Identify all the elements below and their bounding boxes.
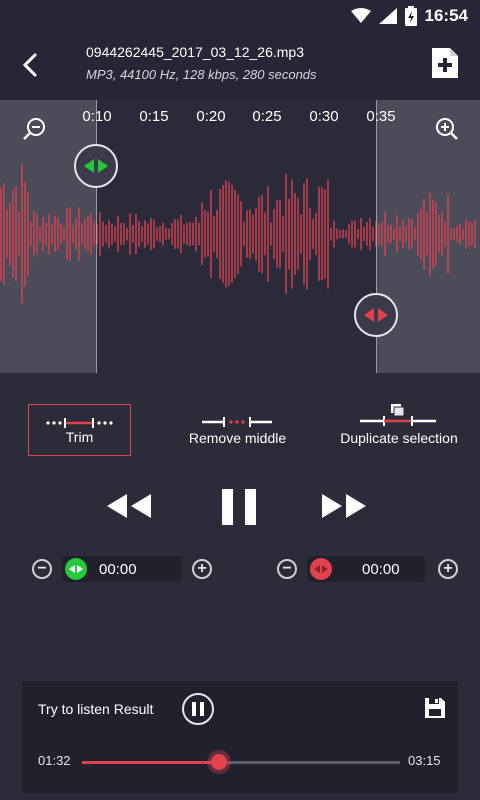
wifi-icon: [350, 8, 371, 23]
zoom-out-button[interactable]: [22, 116, 48, 142]
trim-icon: [46, 418, 113, 428]
trim-label: Trim: [65, 429, 94, 445]
pause-icon: [192, 702, 204, 716]
remove-middle-button[interactable]: Remove middle: [180, 404, 295, 456]
plus-icon: +: [443, 560, 453, 577]
fast-forward-icon: [322, 494, 366, 518]
end-marker-icon: [310, 558, 332, 580]
remove-middle-label: Remove middle: [188, 430, 287, 446]
timeline-label: 0:15: [139, 108, 169, 125]
rewind-button[interactable]: [105, 492, 153, 525]
save-button[interactable]: [424, 697, 446, 719]
edit-tools: Trim Remove middle Duplicate selection: [0, 400, 480, 460]
rewind-icon: [107, 494, 151, 518]
end-handle[interactable]: [354, 293, 398, 337]
end-plus-button[interactable]: +: [438, 559, 458, 579]
battery-icon: [404, 6, 417, 26]
minus-icon: −: [37, 560, 47, 577]
seek-progress: [82, 761, 219, 764]
seek-thumb[interactable]: [210, 754, 227, 770]
end-time-field[interactable]: 00:00: [307, 556, 425, 582]
result-preview-card: Try to listen Result 01:32 03:15: [22, 681, 458, 793]
start-minus-button[interactable]: −: [32, 559, 52, 579]
arrows-left-right-icon: [364, 308, 388, 322]
timeline-label: 0:10: [82, 108, 112, 125]
seek-bar[interactable]: [82, 754, 400, 770]
current-time: 01:32: [38, 753, 71, 768]
file-name: 0944262445_2017_03_12_26.mp3: [86, 44, 304, 60]
timeline-label: 0:30: [309, 108, 339, 125]
start-time-value: 00:00: [99, 560, 137, 578]
selection-start-line: [96, 100, 97, 373]
zoom-in-icon: [436, 118, 458, 140]
zoom-out-icon: [23, 118, 45, 140]
total-time: 03:15: [408, 753, 441, 768]
status-time: 16:54: [424, 6, 468, 25]
pause-button[interactable]: [220, 488, 258, 531]
result-pause-button[interactable]: [182, 693, 214, 725]
end-minus-button[interactable]: −: [277, 559, 297, 579]
header: 0944262445_2017_03_12_26.mp3 MP3, 44100 …: [0, 32, 480, 100]
add-file-button[interactable]: [430, 46, 460, 80]
timeline-label: 0:20: [196, 108, 226, 125]
duplicate-selection-label: Duplicate selection: [340, 430, 458, 446]
remove-middle-icon: [202, 417, 272, 427]
start-time-field[interactable]: 00:00: [62, 556, 182, 582]
chevron-left-icon: [22, 53, 37, 77]
end-time-value: 00:00: [362, 560, 400, 578]
minus-icon: −: [282, 560, 292, 577]
waveform-area[interactable]: 0:10 0:15 0:20 0:25 0:30 0:35: [0, 100, 480, 373]
selection-time-controls: − 00:00 + − 00:00 +: [0, 554, 480, 584]
start-marker-icon: [65, 558, 87, 580]
timeline-label: 0:25: [252, 108, 282, 125]
duplicate-selection-button[interactable]: Duplicate selection: [332, 404, 466, 456]
plus-icon: +: [197, 560, 207, 577]
back-button[interactable]: [16, 50, 46, 80]
add-file-icon: [432, 48, 458, 78]
save-icon: [425, 698, 445, 718]
start-plus-button[interactable]: +: [192, 559, 212, 579]
waveform: [0, 164, 476, 304]
duplicate-selection-icon: [360, 404, 436, 426]
timeline-label: 0:35: [366, 108, 396, 125]
arrows-left-right-icon: [84, 159, 108, 173]
transport-controls: [0, 480, 480, 536]
start-handle[interactable]: [74, 144, 118, 188]
file-info: MP3, 44100 Hz, 128 kbps, 280 seconds: [86, 67, 317, 82]
fast-forward-button[interactable]: [320, 492, 368, 525]
trim-button[interactable]: Trim: [28, 404, 131, 456]
pause-icon: [222, 489, 256, 525]
result-title: Try to listen Result: [38, 701, 154, 717]
status-bar: 16:54: [0, 0, 480, 32]
signal-icon: [378, 8, 397, 24]
zoom-in-button[interactable]: [433, 116, 459, 142]
